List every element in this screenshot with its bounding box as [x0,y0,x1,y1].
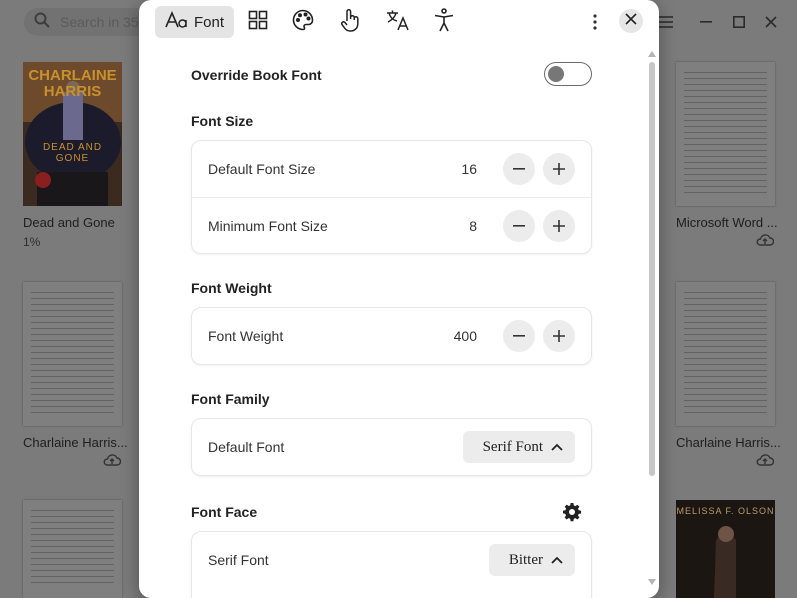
chevron-up-icon [551,438,563,456]
font-size-heading: Font Size [191,113,254,129]
default-font-row: Default Font Serif Font [192,419,591,475]
maximize-icon[interactable] [729,12,749,32]
touch-icon [340,8,362,37]
font-weight-heading: Font Weight [191,280,272,296]
scroll-down-icon[interactable] [647,578,657,586]
default-font-select[interactable]: Serif Font [462,431,575,463]
font-settings-dialog: Font Override Book Font Font Size Defaul… [139,0,659,598]
book-cover[interactable] [676,282,775,426]
tab-color[interactable] [287,6,319,38]
serif-font-select[interactable]: Bitter [488,544,575,576]
translate-icon [386,9,410,36]
scroll-up-icon[interactable] [647,50,657,58]
tab-language[interactable] [382,6,414,38]
tab-font-label: Font [194,13,225,31]
book-cover[interactable] [676,62,775,206]
minimum-font-size-value: 8 [469,217,477,234]
hamburger-menu-icon[interactable] [656,12,676,32]
serif-font-label: Serif Font [208,552,269,568]
book-cover-title: DEAD AND GONE [42,142,103,164]
font-weight-decrease-button[interactable] [503,320,535,352]
book-cover-author: MELISSA F. OLSON [676,506,775,516]
serif-font-select-value: Bitter [508,551,543,568]
cloud-upload-icon[interactable] [756,233,775,252]
scrollbar-thumb[interactable] [649,62,655,476]
book-cover[interactable]: CHARLAINE HARRIS DEAD AND GONE [23,62,122,206]
minimum-font-size-decrease-button[interactable] [503,209,535,242]
font-family-heading: Font Family [191,391,270,407]
window-close-icon[interactable] [761,12,781,32]
font-weight-label: Font Weight [208,328,284,344]
font-weight-value: 400 [453,328,477,344]
font-weight-increase-button[interactable] [543,320,575,352]
default-font-size-label: Default Font Size [208,161,316,177]
more-options-icon[interactable] [587,10,603,34]
plus-icon [553,330,565,342]
font-face-card: Serif Font Bitter [191,531,592,598]
font-weight-row: Font Weight 400 [192,308,591,364]
default-font-size-value: 16 [461,161,477,177]
toggle-knob [548,66,564,82]
tab-font[interactable]: Font [155,6,235,38]
search-placeholder: Search in 35 [60,14,139,30]
book-title[interactable]: Dead and Gone [23,215,115,230]
minimize-icon[interactable] [696,12,716,32]
book-cover[interactable] [23,500,122,598]
settings-scrollbar[interactable] [647,48,659,588]
default-font-label: Default Font [208,439,285,455]
gear-icon [562,503,582,526]
plus-icon [553,219,565,232]
minimum-font-size-row: Minimum Font Size 8 [192,197,591,253]
minus-icon [513,168,525,170]
default-font-size-decrease-button[interactable] [503,153,535,185]
book-cover-author: CHARLAINE HARRIS [28,67,117,100]
font-face-settings-button[interactable] [562,502,582,527]
palette-icon [292,9,314,36]
cloud-upload-icon[interactable] [103,453,122,472]
override-book-font-toggle[interactable] [544,62,592,86]
cloud-upload-icon[interactable] [756,453,775,472]
book-title[interactable]: Microsoft Word ... [676,215,778,230]
close-icon [625,12,637,30]
default-font-select-value: Serif Font [482,438,543,455]
layout-icon [248,10,268,35]
book-progress: 1% [23,235,41,249]
settings-tabbar: Font [139,0,659,44]
tab-layout[interactable] [242,6,274,38]
font-weight-card: Font Weight 400 [191,307,592,365]
font-family-card: Default Font Serif Font [191,418,592,476]
default-font-size-increase-button[interactable] [543,153,575,185]
accessibility-icon [433,7,455,37]
book-title[interactable]: Charlaine Harris... [676,435,781,450]
tab-control[interactable] [335,6,367,38]
library-search[interactable]: Search in 35 [24,8,154,36]
chevron-up-icon [551,551,563,569]
font-face-heading: Font Face [191,504,258,520]
plus-icon [553,163,565,175]
search-icon [34,12,50,33]
minimum-font-size-label: Minimum Font Size [208,217,328,234]
close-dialog-button[interactable] [619,9,643,33]
default-font-size-row: Default Font Size 16 [192,141,591,197]
book-cover[interactable]: MELISSA F. OLSON [676,500,775,598]
font-size-card: Default Font Size 16 Minimum Font Size 8 [191,140,592,254]
override-book-font-label: Override Book Font [191,67,322,83]
minus-icon [513,224,525,227]
tab-accessibility[interactable] [428,6,460,38]
book-title[interactable]: Charlaine Harris... [23,435,128,450]
book-cover[interactable] [23,282,122,426]
font-icon [165,10,189,34]
serif-font-row: Serif Font Bitter [192,532,591,588]
minimum-font-size-increase-button[interactable] [543,209,575,242]
minus-icon [513,335,525,337]
